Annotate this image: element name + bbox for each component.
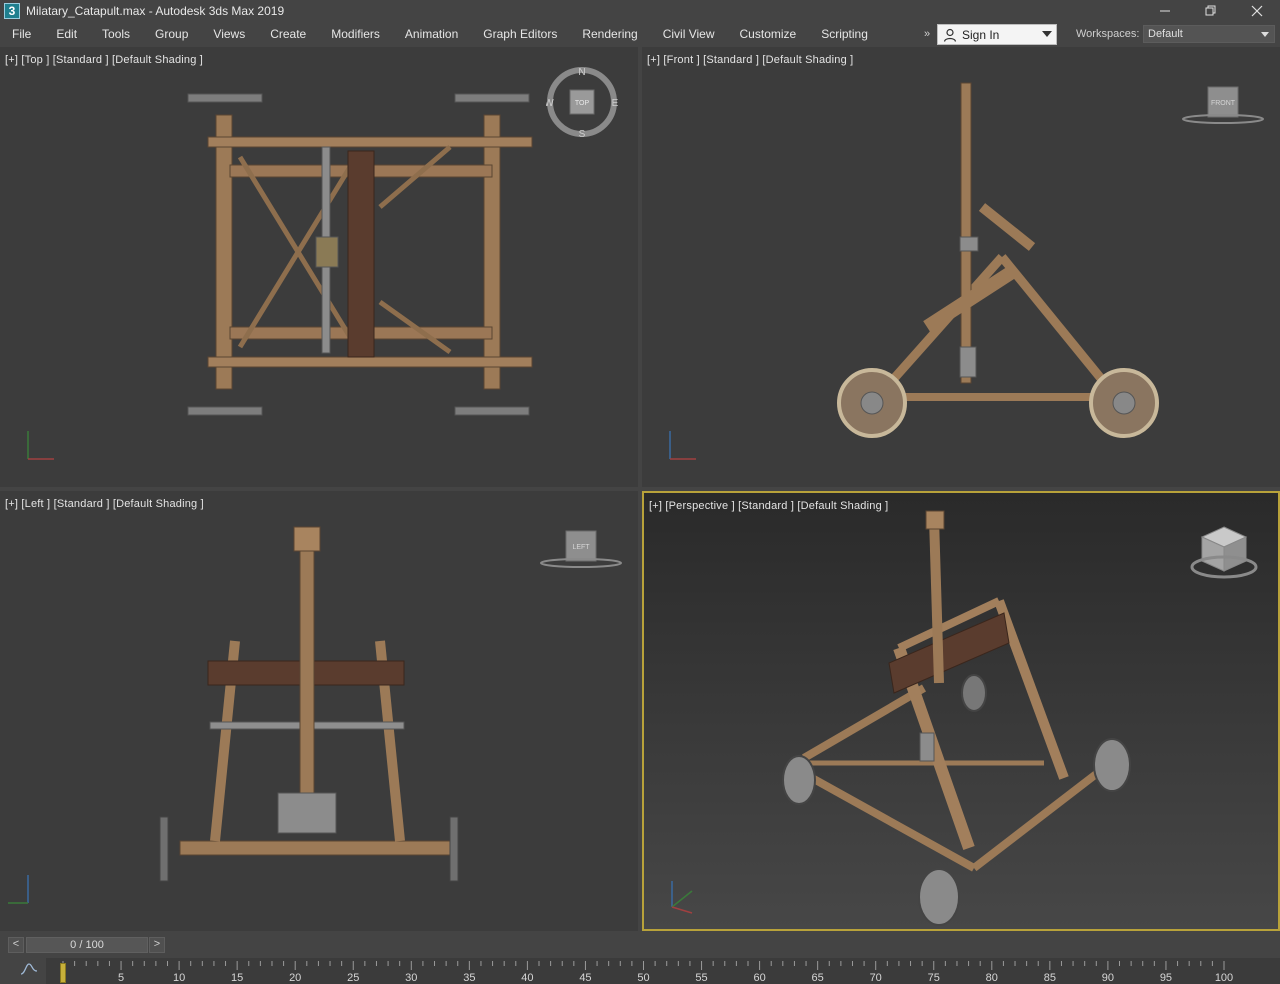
menu-graph-editors[interactable]: Graph Editors bbox=[471, 22, 570, 46]
track-tick-label: 55 bbox=[695, 972, 707, 984]
close-button[interactable] bbox=[1234, 0, 1280, 22]
workspaces-select[interactable]: Default bbox=[1143, 25, 1275, 43]
axis-tripod-icon bbox=[671, 881, 693, 914]
track-tick-label: 80 bbox=[986, 972, 998, 984]
compass-south: S bbox=[579, 129, 586, 138]
track-ticks: 0510152025303540455055606570758085909510… bbox=[60, 961, 1233, 984]
title-bar: 3 Milatary_Catapult.max - Autodesk 3ds M… bbox=[0, 0, 1280, 22]
restore-button[interactable] bbox=[1188, 0, 1234, 22]
viewcube-top-label: TOP bbox=[575, 100, 590, 107]
time-slider-thumb[interactable]: 0 / 100 bbox=[26, 937, 148, 953]
current-frame-marker[interactable] bbox=[60, 963, 66, 983]
track-tick-label: 70 bbox=[870, 972, 882, 984]
viewport-left[interactable]: [+] [Left ] [Standard ] [Default Shading… bbox=[0, 491, 638, 931]
viewport-perspective[interactable]: [+] [Perspective ] [Standard ] [Default … bbox=[642, 491, 1280, 931]
window-title: Milatary_Catapult.max - Autodesk 3ds Max… bbox=[26, 4, 285, 18]
track-tick-label: 85 bbox=[1044, 972, 1056, 984]
compass-west: W bbox=[546, 98, 554, 109]
track-tick-label: 15 bbox=[231, 972, 243, 984]
track-tick-label: 40 bbox=[521, 972, 533, 984]
track-tick-label: 45 bbox=[579, 972, 591, 984]
viewcube-icon[interactable] bbox=[1188, 523, 1260, 587]
axis-tripod-icon bbox=[27, 431, 54, 460]
sign-in-label: Sign In bbox=[962, 27, 1000, 42]
compass-north: N bbox=[578, 67, 585, 78]
menu-animation[interactable]: Animation bbox=[393, 22, 471, 46]
track-tick-label: 60 bbox=[753, 972, 765, 984]
menu-file[interactable]: File bbox=[0, 22, 44, 46]
track-tick-label: 10 bbox=[173, 972, 185, 984]
app-window: 3 Milatary_Catapult.max - Autodesk 3ds M… bbox=[0, 0, 1280, 984]
menu-scripting[interactable]: Scripting bbox=[809, 22, 881, 46]
compass-icon[interactable]: N S E W TOP bbox=[546, 66, 618, 138]
axis-tripod-icon bbox=[8, 875, 29, 904]
workspaces-value: Default bbox=[1148, 28, 1183, 40]
track-tick-label: 90 bbox=[1102, 972, 1114, 984]
track-area[interactable]: 0510152025303540455055606570758085909510… bbox=[46, 958, 1280, 984]
compass-east: E bbox=[612, 98, 618, 109]
viewcube-icon[interactable]: LEFT bbox=[540, 529, 624, 573]
menu-overflow-button[interactable]: » bbox=[920, 22, 934, 46]
workspaces-label: Workspaces: bbox=[1076, 28, 1140, 40]
minimize-button[interactable] bbox=[1142, 0, 1188, 22]
menu-rendering[interactable]: Rendering bbox=[570, 22, 650, 46]
viewport-front[interactable]: [+] [Front ] [Standard ] [Default Shadin… bbox=[642, 47, 1280, 487]
axis-tripod-icon bbox=[669, 431, 696, 460]
menu-civil-view[interactable]: Civil View bbox=[651, 22, 728, 46]
track-tick-label: 35 bbox=[463, 972, 475, 984]
window-controls bbox=[1142, 0, 1280, 22]
viewcube-icon[interactable]: FRONT bbox=[1182, 85, 1266, 129]
track-tick-label: 50 bbox=[637, 972, 649, 984]
track-tick-label: 20 bbox=[289, 972, 301, 984]
track-tick-label: 5 bbox=[118, 972, 124, 984]
curve-editor-icon[interactable] bbox=[20, 962, 40, 978]
user-icon bbox=[943, 28, 957, 42]
track-tick-label: 100 bbox=[1215, 972, 1233, 984]
menu-modifiers[interactable]: Modifiers bbox=[319, 22, 393, 46]
track-tick-label: 95 bbox=[1160, 972, 1172, 984]
menu-group[interactable]: Group bbox=[143, 22, 201, 46]
menu-edit[interactable]: Edit bbox=[44, 22, 90, 46]
prev-frame-button[interactable]: < bbox=[8, 937, 24, 953]
catapult-perspective-view bbox=[782, 510, 1131, 926]
track-tick-label: 75 bbox=[928, 972, 940, 984]
minimize-icon bbox=[1160, 10, 1170, 12]
close-icon bbox=[1251, 5, 1263, 17]
sign-in-dropdown[interactable]: Sign In bbox=[937, 24, 1057, 45]
track-tick-label: 30 bbox=[405, 972, 417, 984]
menu-views[interactable]: Views bbox=[201, 22, 258, 46]
menu-bar: File Edit Tools Group Views Create Modif… bbox=[0, 22, 1280, 46]
catapult-top-view bbox=[187, 93, 533, 416]
restore-icon bbox=[1205, 5, 1216, 16]
chevron-down-icon bbox=[1261, 32, 1269, 37]
track-tick-label: 25 bbox=[347, 972, 359, 984]
next-frame-button[interactable]: > bbox=[149, 937, 165, 953]
menu-tools[interactable]: Tools bbox=[90, 22, 143, 46]
viewcube-front-label: FRONT bbox=[1211, 100, 1236, 107]
viewport-top[interactable]: [+] [Top ] [Standard ] [Default Shading … bbox=[0, 47, 638, 487]
app-icon[interactable]: 3 bbox=[4, 3, 20, 19]
time-slider: < 0 / 100 > bbox=[0, 934, 1280, 958]
viewcube-left-label: LEFT bbox=[572, 544, 590, 551]
menu-customize[interactable]: Customize bbox=[728, 22, 810, 46]
menu-create[interactable]: Create bbox=[258, 22, 319, 46]
track-tick-label: 65 bbox=[812, 972, 824, 984]
track-bar[interactable]: 0510152025303540455055606570758085909510… bbox=[0, 958, 1280, 984]
dropdown-icon bbox=[1042, 31, 1052, 37]
